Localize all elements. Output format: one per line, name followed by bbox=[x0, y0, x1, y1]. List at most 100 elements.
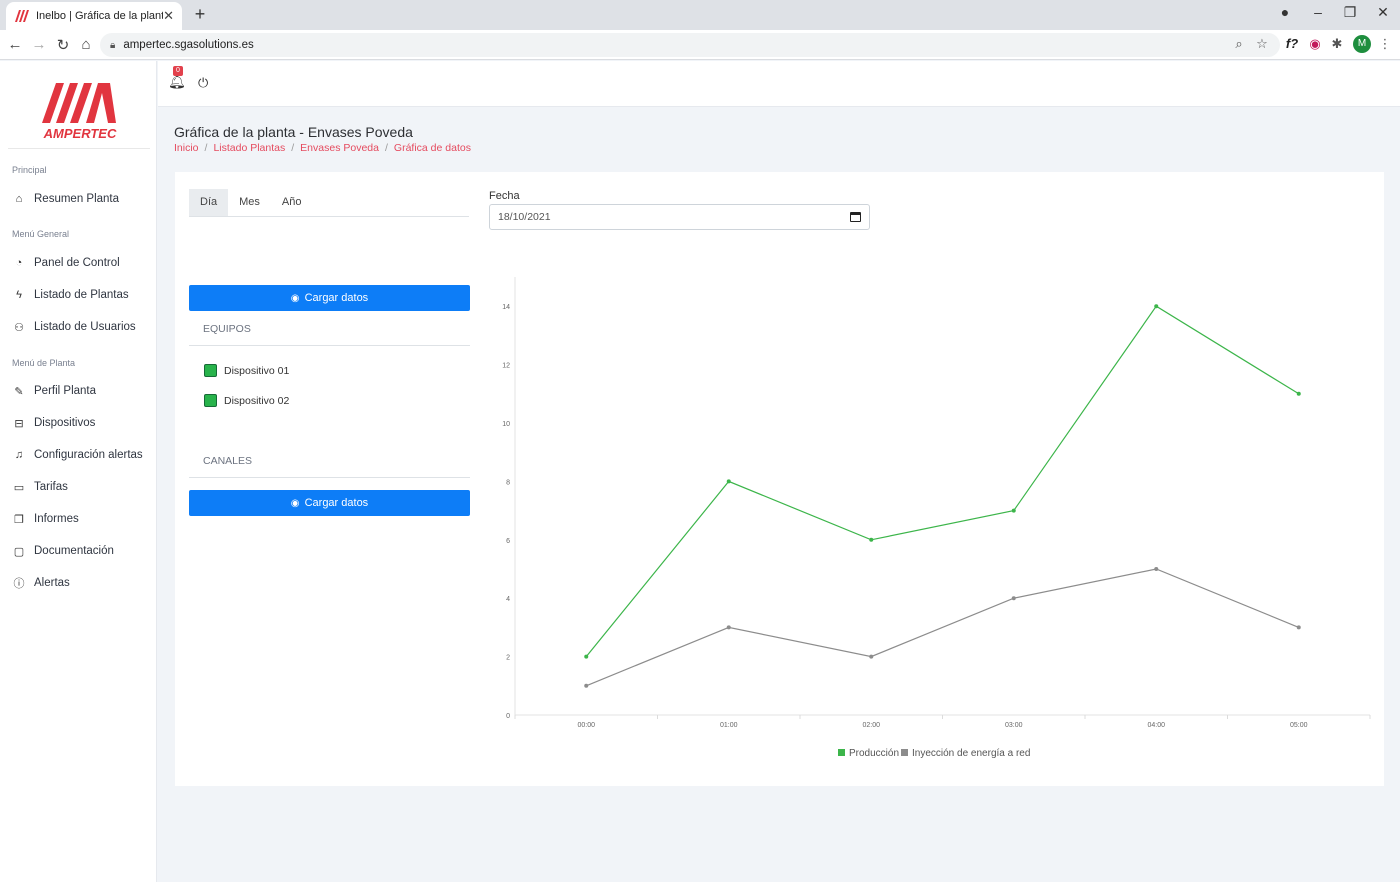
tab-ano[interactable]: Año bbox=[271, 189, 313, 216]
data-point bbox=[869, 654, 874, 659]
device-checkbox-1[interactable]: Dispositivo 01 bbox=[204, 364, 289, 377]
x-tick-label: 05:00 bbox=[1290, 722, 1308, 729]
page-title: Gráfica de la planta - Envases Poveda bbox=[174, 124, 413, 140]
report-icon: ❐ bbox=[14, 513, 24, 526]
tab-mes[interactable]: Mes bbox=[228, 189, 271, 216]
info-icon: ⓘ bbox=[13, 578, 25, 590]
legend-swatch-1 bbox=[838, 749, 845, 756]
zoom-icon[interactable]: ⌕ bbox=[1230, 36, 1248, 52]
tab-dia[interactable]: Día bbox=[189, 189, 229, 216]
x-tick-label: 03:00 bbox=[1005, 722, 1023, 729]
section-principal: Principal bbox=[12, 165, 47, 175]
section-menu-general: Menú General bbox=[12, 229, 70, 239]
y-tick-label: 10 bbox=[502, 421, 510, 428]
sidebar-item-listado-de-plantas[interactable]: ϟ Listado de Plantas bbox=[12, 287, 129, 303]
x-tick-label: 00:00 bbox=[577, 722, 595, 729]
y-tick-label: 8 bbox=[506, 479, 510, 486]
section-menu-de-planta: Menú de Planta bbox=[12, 358, 76, 368]
sidebar-item-tarifas[interactable]: ▭ Tarifas bbox=[12, 479, 68, 495]
calendar-icon[interactable] bbox=[850, 212, 861, 222]
edit-icon: ✎ bbox=[14, 385, 24, 398]
data-point bbox=[1154, 567, 1159, 571]
chart-card: Día Mes Año Fecha 18/10/2021 ◉ Cargar da… bbox=[175, 172, 1384, 786]
data-point bbox=[1296, 625, 1301, 630]
breadcrumb-inicio[interactable]: Inicio bbox=[174, 142, 199, 154]
wallet-icon: ▭ bbox=[13, 481, 25, 494]
checkbox-checked[interactable] bbox=[204, 394, 217, 407]
gauge-icon: ◔ bbox=[15, 257, 23, 269]
sidebar-item-listado-de-usuarios[interactable]: ⚇ Listado de Usuarios bbox=[12, 319, 136, 335]
sidebar-item-resumen-planta[interactable]: ⌂ Resumen Planta bbox=[12, 191, 119, 207]
power-icon[interactable]: ⏻ bbox=[198, 75, 208, 91]
home-browser-icon[interactable]: ⌂ bbox=[77, 36, 95, 53]
new-tab-icon[interactable]: + bbox=[190, 4, 210, 25]
x-tick-label: 01:00 bbox=[720, 722, 738, 729]
brand-text: AMPERTEC bbox=[43, 126, 117, 141]
url-text: ampertec.sgasolutions.es bbox=[123, 39, 254, 51]
sidebar-item-perfil-planta[interactable]: ✎ Perfil Planta bbox=[12, 383, 96, 399]
breadcrumb-separator: / bbox=[291, 142, 295, 154]
data-point bbox=[1011, 596, 1016, 601]
period-tabs: Día Mes Año bbox=[189, 189, 469, 217]
y-tick-label: 2 bbox=[506, 655, 510, 662]
cargar-datos-equipos-button[interactable]: ◉ Cargar datos bbox=[189, 285, 470, 311]
browser-tab[interactable]: Inelbo | Gráfica de la planta ✕ bbox=[6, 2, 182, 30]
back-icon[interactable]: ← bbox=[6, 36, 24, 53]
profile-avatar[interactable]: M bbox=[1353, 35, 1371, 53]
breadcrumb: Inicio / Listado Plantas / Envases Poved… bbox=[174, 142, 471, 154]
color-extension-icon[interactable]: ◉ bbox=[1306, 36, 1324, 52]
ampertec-logo: AMPERTEC bbox=[42, 83, 117, 141]
fecha-label: Fecha bbox=[489, 190, 520, 202]
data-point bbox=[584, 683, 589, 688]
sidebar-item-documentacion[interactable]: ▢ Documentación bbox=[12, 543, 114, 559]
cargar-datos-canales-button[interactable]: ◉ Cargar datos bbox=[189, 490, 470, 516]
sidebar-item-configuracion-alertas[interactable]: ♫ Configuración alertas bbox=[12, 447, 143, 463]
bookmark-star-icon[interactable]: ☆ bbox=[1253, 36, 1271, 52]
y-tick-label: 4 bbox=[506, 596, 510, 603]
eye-icon: ◉ bbox=[290, 293, 300, 304]
extensions-puzzle-icon[interactable]: ✱ bbox=[1328, 36, 1346, 52]
device-checkbox-2[interactable]: Dispositivo 02 bbox=[204, 394, 289, 407]
data-point bbox=[869, 537, 874, 542]
browser-menu-icon[interactable]: ⋮ bbox=[1376, 36, 1394, 52]
data-point bbox=[726, 625, 731, 630]
x-tick-label: 04:00 bbox=[1147, 722, 1165, 729]
series-line-2 bbox=[586, 568, 1299, 687]
line-chart: 0 2 4 6 8 10 12 14 00:00 01:00 02:00 03:00 04:00 05:0… bbox=[502, 277, 1371, 759]
close-window-icon[interactable]: ✕ bbox=[1373, 4, 1393, 21]
y-tick-label: 0 bbox=[506, 713, 510, 720]
checkbox-checked[interactable] bbox=[204, 364, 217, 377]
address-bar[interactable]: 🔒︎ ampertec.sgasolutions.es bbox=[100, 33, 1280, 57]
breadcrumb-envases-poveda[interactable]: Envases Poveda bbox=[300, 142, 379, 154]
logo-divider bbox=[8, 148, 150, 149]
breadcrumb-grafica-de-datos: Gráfica de datos bbox=[393, 142, 471, 154]
fecha-date-input[interactable]: 18/10/2021 bbox=[489, 204, 870, 230]
sidebar-item-panel-de-control[interactable]: ◔ Panel de Control bbox=[12, 255, 120, 271]
legend-label-2: Inyección de energía a red bbox=[912, 748, 1030, 759]
series-line-1 bbox=[585, 305, 1300, 657]
restore-icon[interactable]: ❐ bbox=[1340, 4, 1360, 21]
browser-tabstrip: Inelbo | Gráfica de la planta ✕ + ● – ❐ … bbox=[0, 0, 1400, 30]
sidebar-item-alertas[interactable]: ⓘ Alertas bbox=[12, 575, 70, 591]
legend-swatch-2 bbox=[901, 749, 908, 756]
canales-divider bbox=[189, 477, 470, 478]
reload-icon[interactable]: ↻ bbox=[54, 36, 72, 54]
y-tick-label: 6 bbox=[506, 538, 510, 545]
equipos-title: EQUIPOS bbox=[203, 323, 251, 335]
data-point bbox=[1154, 304, 1159, 309]
tab-title: Inelbo | Gráfica de la planta bbox=[36, 10, 164, 22]
legend-label-1: Producción bbox=[849, 748, 899, 759]
minimize-icon[interactable]: – bbox=[1308, 4, 1328, 20]
formula-extension-icon[interactable]: f? bbox=[1283, 36, 1301, 51]
forward-icon[interactable]: → bbox=[30, 36, 48, 53]
data-point bbox=[1011, 508, 1016, 513]
bell-icon: ♫ bbox=[14, 449, 24, 461]
x-tick-label: 02:00 bbox=[862, 722, 880, 729]
close-tab-icon[interactable]: ✕ bbox=[163, 8, 174, 24]
sidebar-item-dispositivos[interactable]: ⊟ Dispositivos bbox=[12, 415, 95, 431]
profile-menu-icon[interactable]: ● bbox=[1275, 4, 1295, 20]
breadcrumb-listado-plantas[interactable]: Listado Plantas bbox=[213, 142, 285, 154]
canales-title: CANALES bbox=[203, 455, 253, 467]
sidebar-item-informes[interactable]: ❐ Informes bbox=[12, 511, 79, 527]
y-tick-label: 12 bbox=[502, 363, 510, 370]
